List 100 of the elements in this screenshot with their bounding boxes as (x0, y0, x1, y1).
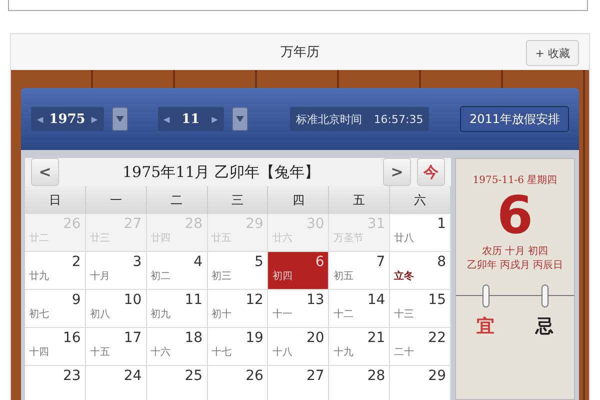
day-number: 1 (437, 216, 446, 232)
day-number: 24 (124, 368, 142, 384)
day-cell[interactable]: 17 十五 (86, 328, 147, 366)
day-cell[interactable]: 20 十八 (268, 328, 330, 366)
bookmark-button[interactable]: + 收藏 (526, 40, 579, 66)
card-date: 1975-11-6 星期四 (472, 174, 558, 187)
clock-label: 标准北京时间 (296, 112, 362, 126)
day-cell[interactable]: 8 立冬 (390, 252, 451, 290)
day-number: 8 (437, 254, 446, 270)
lunar-date: 初十 (212, 308, 233, 322)
day-number: 2 (72, 254, 81, 270)
lunar-date: 十四 (29, 346, 50, 360)
day-cell[interactable]: 26 (208, 366, 268, 400)
day-cell[interactable]: 6 初四 (268, 252, 330, 290)
lunar-date: 十九 (333, 346, 354, 360)
year-value: 1975 (49, 112, 86, 126)
day-number: 26 (246, 368, 264, 384)
caret-icon (116, 116, 124, 122)
day-cell[interactable]: 12 初十 (208, 290, 268, 328)
day-number: 16 (63, 330, 81, 346)
day-cell[interactable]: 16 十四 (25, 328, 86, 366)
lunar-date: 初二 (150, 270, 172, 284)
day-number: 13 (306, 292, 324, 308)
day-cell[interactable]: 18 十六 (146, 328, 208, 366)
today-button[interactable]: 今 (417, 158, 445, 186)
bad-label: 忌 (536, 315, 554, 338)
day-number: 20 (306, 330, 324, 346)
weekday-header: 五 (329, 186, 390, 214)
lunar-date: 十七 (212, 346, 233, 360)
panel-title: 万年历 (280, 44, 320, 61)
day-cell[interactable]: 21 十九 (329, 328, 390, 366)
weekday-header: 三 (208, 186, 268, 214)
day-cell[interactable]: 19 十七 (208, 328, 268, 366)
day-number: 15 (428, 292, 446, 308)
day-cell[interactable]: 10 初八 (86, 290, 147, 328)
lunar-date: 初七 (29, 308, 50, 322)
day-number: 9 (72, 292, 81, 308)
day-cell[interactable]: 25 (146, 366, 208, 400)
day-cell[interactable]: 7 初五 (329, 252, 390, 290)
day-cell[interactable]: 15 十三 (390, 290, 451, 328)
dropdown-button[interactable] (112, 107, 128, 131)
day-number: 17 (124, 330, 142, 346)
day-number: 18 (184, 330, 203, 346)
weekday-header: 四 (268, 186, 330, 214)
lunar-date: 初四 (272, 270, 294, 284)
day-cell[interactable]: 14 十二 (329, 290, 390, 328)
lunar-date: 廿九 (29, 270, 50, 284)
day-cell[interactable]: 11 初九 (146, 290, 208, 328)
dropdown-button[interactable] (232, 107, 248, 131)
day-number: 5 (254, 254, 264, 270)
previous-month-button[interactable]: < (31, 158, 59, 186)
day-cell[interactable]: 4 初二 (146, 252, 208, 290)
day-number: 27 (306, 368, 324, 384)
lunar-date: 廿八 (394, 232, 416, 246)
next-month-button[interactable]: > (383, 158, 411, 186)
lunar-date: 初八 (90, 308, 111, 322)
day-number: 10 (124, 292, 142, 308)
day-number: 11 (184, 292, 203, 308)
day-cell[interactable]: 9 初七 (25, 290, 86, 328)
day-number: 12 (246, 292, 264, 308)
card-day: 6 (496, 187, 534, 245)
card-lunar-date: 农历 十月 初四 (482, 245, 548, 259)
day-cell[interactable]: 1 廿八 (390, 214, 451, 252)
day-number: 7 (376, 254, 386, 270)
day-number: 21 (367, 330, 386, 346)
month-value: 11 (180, 112, 201, 126)
weekday-header: 日 (25, 186, 86, 214)
holiday-button[interactable]: 2011年放假安排 (460, 106, 569, 132)
lunar-date: 立冬 (394, 270, 416, 284)
weekday-header: 一 (86, 186, 147, 214)
day-number: 23 (63, 368, 81, 384)
lunar-date: 十六 (150, 346, 172, 360)
day-number: 3 (132, 254, 142, 270)
day-number: 6 (315, 254, 324, 270)
clock-time: 16:57:35 (374, 112, 424, 126)
day-number: 19 (246, 330, 264, 346)
month-title: 1975年11月 乙卯年【兔年】 (121, 162, 321, 182)
day-cell[interactable]: 2 廿九 (25, 252, 86, 290)
input-field[interactable] (8, 0, 588, 11)
day-cell[interactable]: 13 十一 (268, 290, 330, 328)
day-number: 14 (367, 292, 386, 308)
lunar-date: 十一 (272, 308, 294, 322)
day-cell[interactable]: 5 初三 (208, 252, 268, 290)
lunar-date: 十八 (272, 346, 294, 360)
day-cell[interactable]: 3 十月 (86, 252, 147, 290)
weekday-header: 二 (146, 186, 208, 214)
lunar-date: 二十 (394, 346, 416, 360)
day-number: 29 (428, 368, 446, 384)
lunar-date: 十月 (90, 270, 111, 284)
lunar-date: 初九 (150, 308, 172, 322)
lunar-date: 初三 (212, 270, 233, 284)
lunar-date: 十二 (333, 308, 354, 322)
lunar-date: 初五 (333, 270, 354, 284)
good-label: 宜 (476, 315, 494, 338)
lunar-date: 十五 (90, 346, 111, 360)
card-ganzhi: 乙卯年 丙戌月 丙辰日 (466, 259, 564, 273)
day-cell[interactable]: 22 二十 (390, 328, 451, 366)
day-number: 25 (184, 368, 203, 384)
day-number: 22 (428, 330, 446, 346)
day-number: 4 (194, 254, 203, 270)
